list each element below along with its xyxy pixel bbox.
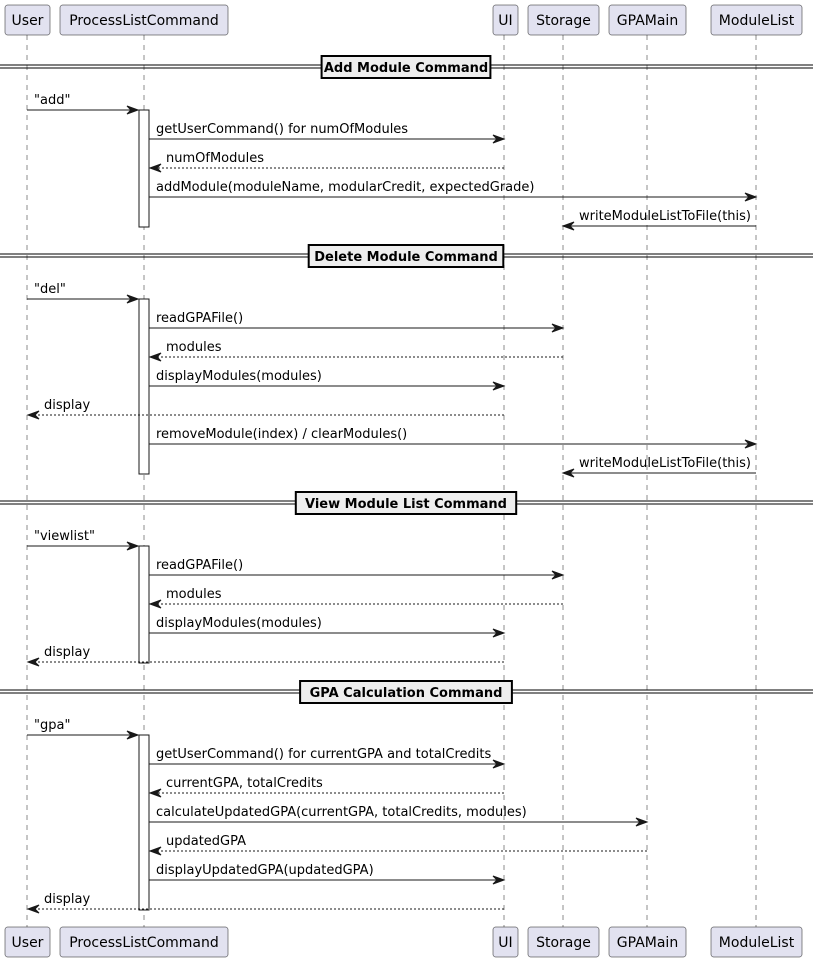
message: updatedGPA xyxy=(148,834,647,856)
message-label: getUserCommand() for currentGPA and tota… xyxy=(156,747,491,762)
message: "viewlist" xyxy=(27,529,140,551)
arrowhead-icon xyxy=(26,904,40,914)
participant-label: ProcessListCommand xyxy=(69,13,219,29)
message-label: "add" xyxy=(34,93,70,108)
message-label: display xyxy=(44,645,90,660)
participant-ui-top: UI xyxy=(492,4,519,36)
message-label: "viewlist" xyxy=(34,529,95,544)
participant-label: UI xyxy=(498,13,512,29)
section-divider: GPA Calculation Command xyxy=(0,680,813,704)
section-title: View Module List Command xyxy=(305,497,507,512)
message-label: removeModule(index) / clearModules() xyxy=(156,427,407,442)
participant-label: User xyxy=(12,13,44,29)
participant-storage-bottom: Storage xyxy=(527,926,600,958)
message-label: writeModuleListToFile(this) xyxy=(579,209,751,224)
section-divider: Delete Module Command xyxy=(0,244,813,268)
activation-bar xyxy=(138,545,150,664)
participant-label: Storage xyxy=(536,935,591,951)
message: writeModuleListToFile(this) xyxy=(561,456,756,478)
section-title: GPA Calculation Command xyxy=(310,686,503,701)
message-label: "gpa" xyxy=(34,718,70,733)
arrowhead-icon xyxy=(26,410,40,420)
message-label: writeModuleListToFile(this) xyxy=(579,456,751,471)
message-label: calculateUpdatedGPA(currentGPA, totalCre… xyxy=(156,805,527,820)
message: getUserCommand() for currentGPA and tota… xyxy=(149,747,506,769)
message-label: display xyxy=(44,892,90,907)
message: displayModules(modules) xyxy=(149,616,506,638)
participant-label: User xyxy=(12,935,44,951)
message: readGPAFile() xyxy=(149,558,565,580)
section-dividers: Add Module Command Delete Module Command V… xyxy=(0,55,813,704)
message-label: currentGPA, totalCredits xyxy=(166,776,323,791)
activation-bar xyxy=(138,109,150,228)
arrowhead-icon xyxy=(148,599,162,609)
message: getUserCommand() for numOfModules xyxy=(149,122,506,144)
message: writeModuleListToFile(this) xyxy=(561,209,756,231)
message-label: displayUpdatedGPA(updatedGPA) xyxy=(156,863,374,878)
arrowhead-icon xyxy=(148,352,162,362)
message: "add" xyxy=(27,93,140,115)
message: "del" xyxy=(27,282,140,304)
message-label: modules xyxy=(166,587,222,602)
participant-modulelist-bottom: ModuleList xyxy=(710,926,803,958)
message: "gpa" xyxy=(27,718,140,740)
participant-user-bottom: User xyxy=(4,926,51,958)
participant-gpamain-top: GPAMain xyxy=(608,4,687,36)
participant-label: GPAMain xyxy=(617,935,678,951)
participant-storage-top: Storage xyxy=(527,4,600,36)
message-label: updatedGPA xyxy=(166,834,246,849)
participant-user-top: User xyxy=(4,4,51,36)
message-label: getUserCommand() for numOfModules xyxy=(156,122,408,137)
message: readGPAFile() xyxy=(149,311,565,333)
message: modules xyxy=(148,340,563,362)
message-label: addModule(moduleName, modularCredit, exp… xyxy=(156,180,534,195)
section-title: Delete Module Command xyxy=(314,250,498,265)
message: numOfModules xyxy=(148,151,504,173)
participant-label: ProcessListCommand xyxy=(69,935,219,951)
section-title: Add Module Command xyxy=(324,61,488,76)
participant-label: ModuleList xyxy=(719,935,795,951)
participant-plc-top: ProcessListCommand xyxy=(59,4,229,36)
activation-bar xyxy=(138,734,150,911)
message: addModule(moduleName, modularCredit, exp… xyxy=(149,180,758,202)
message: calculateUpdatedGPA(currentGPA, totalCre… xyxy=(149,805,649,827)
participant-label: Storage xyxy=(536,13,591,29)
participant-gpamain-bottom: GPAMain xyxy=(608,926,687,958)
message-label: numOfModules xyxy=(166,151,264,166)
message: display xyxy=(26,398,504,420)
message-label: display xyxy=(44,398,90,413)
participants-bottom: User ProcessListCommand UI Storage GPAMain Mo… xyxy=(4,926,803,958)
message-label: readGPAFile() xyxy=(156,311,243,326)
section-divider: Add Module Command xyxy=(0,55,813,79)
message-label: displayModules(modules) xyxy=(156,369,322,384)
message: removeModule(index) / clearModules() xyxy=(149,427,758,449)
participant-label: UI xyxy=(498,935,512,951)
sequence-diagram: Add Module Command Delete Module Command V… xyxy=(0,4,813,958)
message-label: "del" xyxy=(34,282,66,297)
arrowhead-icon xyxy=(26,657,40,667)
message-label: readGPAFile() xyxy=(156,558,243,573)
message-label: modules xyxy=(166,340,222,355)
participant-label: GPAMain xyxy=(617,13,678,29)
message: display xyxy=(26,892,504,914)
participant-label: ModuleList xyxy=(719,13,795,29)
participants-top: User ProcessListCommand UI Storage GPAMain Mo… xyxy=(4,4,803,36)
message: modules xyxy=(148,587,563,609)
message: displayUpdatedGPA(updatedGPA) xyxy=(149,863,506,885)
activation-bar xyxy=(138,298,150,475)
arrowhead-icon xyxy=(148,846,162,856)
message: display xyxy=(26,645,504,667)
participant-ui-bottom: UI xyxy=(492,926,519,958)
participant-plc-bottom: ProcessListCommand xyxy=(59,926,229,958)
message: displayModules(modules) xyxy=(149,369,506,391)
message: currentGPA, totalCredits xyxy=(148,776,504,798)
participant-modulelist-top: ModuleList xyxy=(710,4,803,36)
section-divider: View Module List Command xyxy=(0,491,813,515)
message-label: displayModules(modules) xyxy=(156,616,322,631)
